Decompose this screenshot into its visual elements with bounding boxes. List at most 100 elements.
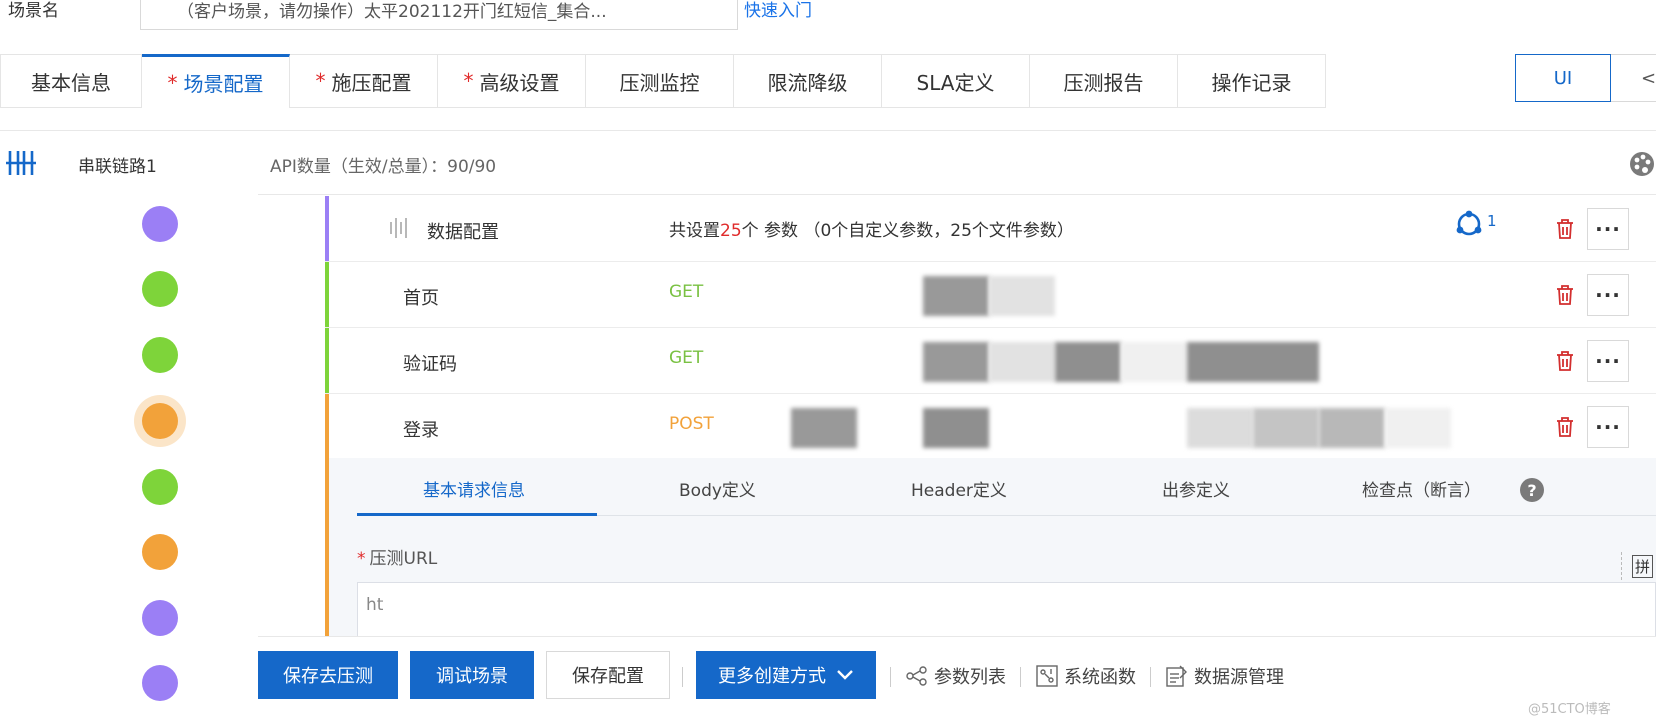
drag-handle-icon[interactable] — [387, 216, 413, 240]
more-button[interactable]: ··· — [1587, 406, 1629, 448]
redacted-url — [791, 408, 857, 448]
timeline-dot[interactable] — [142, 469, 178, 505]
subtab-header[interactable]: Header定义 — [911, 476, 1007, 501]
function-icon — [1036, 665, 1058, 687]
tab-sla[interactable]: SLA定义 — [882, 54, 1030, 108]
tab-label: 操作记录 — [1211, 70, 1292, 95]
tab-basic-info[interactable]: 基本信息 — [0, 54, 142, 108]
param-list-label: 参数列表 — [934, 667, 1006, 688]
tab-label: 基本信息 — [31, 70, 111, 95]
subtab-checkpoint[interactable]: 检查点（断言） — [1362, 476, 1481, 501]
row-color-bar — [325, 458, 329, 640]
data-config-summary: 共设置25个 参数 （0个自定义参数，25个文件参数） — [669, 216, 1074, 241]
more-button[interactable]: ··· — [1587, 208, 1629, 250]
ui-view-button[interactable]: UI — [1515, 54, 1611, 102]
required-mark: * — [167, 70, 178, 95]
redacted-url — [1385, 408, 1451, 448]
share-nodes-icon — [906, 666, 927, 686]
pin-button[interactable]: 拼 — [1621, 552, 1656, 580]
system-function-label: 系统函数 — [1064, 667, 1136, 688]
active-subtab-indicator — [357, 513, 597, 516]
debug-scene-button[interactable]: 调试场景 — [410, 651, 534, 699]
delete-icon[interactable] — [1555, 416, 1575, 438]
timeline-dot[interactable] — [142, 271, 178, 307]
palette-icon[interactable] — [1628, 150, 1656, 178]
required-mark: * — [357, 549, 366, 569]
tab-label: 场景配置 — [183, 72, 264, 96]
datasource-label: 数据源管理 — [1194, 667, 1284, 688]
tab-monitoring[interactable]: 压测监控 — [586, 54, 734, 108]
redacted-url — [923, 342, 989, 382]
help-icon[interactable]: ? — [1520, 478, 1544, 502]
delete-icon[interactable] — [1555, 350, 1575, 372]
api-detail-panel: 基本请求信息 Body定义 Header定义 出参定义 检查点（断言） ? * 压… — [325, 458, 1656, 640]
url-value: ht — [366, 595, 384, 615]
timeline-dot[interactable] — [142, 337, 178, 373]
more-create-dropdown[interactable]: 更多创建方式 — [696, 651, 876, 699]
subtab-basic-request[interactable]: 基本请求信息 — [423, 476, 525, 501]
save-config-button[interactable]: 保存配置 — [546, 651, 670, 699]
api-name: 验证码 — [403, 354, 457, 375]
scene-name-input[interactable]: （客户场景，请勿操作）太平202112开门红短信_集合... — [140, 0, 738, 30]
data-config-row[interactable]: 数据配置 共设置25个 参数 （0个自定义参数，25个文件参数） 1 ··· — [325, 196, 1656, 262]
datasource-button[interactable]: 数据源管理 — [1166, 663, 1284, 689]
data-config-name: 数据配置 — [427, 222, 499, 243]
api-count: API数量（生效/总量）：90/90 — [270, 157, 497, 177]
api-row[interactable]: 验证码 GET ··· — [325, 328, 1656, 394]
tab-report[interactable]: 压测报告 — [1030, 54, 1178, 108]
delete-icon[interactable] — [1555, 284, 1575, 306]
redacted-url — [1187, 408, 1253, 448]
more-button[interactable]: ··· — [1587, 340, 1629, 382]
separator — [682, 667, 683, 687]
tab-label: SLA定义 — [916, 70, 995, 95]
redacted-url — [1055, 342, 1121, 382]
tab-rate-limit[interactable]: 限流降级 — [734, 54, 882, 108]
tab-scene-config[interactable]: * 场景配置 — [142, 54, 290, 108]
code-view-button[interactable]: </ — [1611, 54, 1656, 102]
detail-subtabs: 基本请求信息 Body定义 Header定义 出参定义 检查点（断言） ? — [357, 458, 1656, 516]
bottom-toolbar: 保存去压测 调试场景 保存配置 更多创建方式 参数列表 系统函数 数据源管理 — [258, 636, 1656, 726]
timeline-dot[interactable] — [142, 600, 178, 636]
redacted-url — [989, 276, 1055, 316]
param-list-button[interactable]: 参数列表 — [906, 663, 1006, 689]
system-function-button[interactable]: 系统函数 — [1036, 663, 1136, 689]
tab-label: 压测监控 — [619, 70, 700, 95]
timeline-dot[interactable] — [142, 665, 178, 701]
tab-operation-log[interactable]: 操作记录 — [1178, 54, 1326, 108]
tab-advanced-settings[interactable]: * 高级设置 — [438, 54, 586, 108]
row-color-bar — [325, 196, 329, 261]
divider — [0, 130, 1656, 131]
summary-suffix: 个 参数 （0个自定义参数，25个文件参数） — [741, 221, 1074, 241]
more-create-label: 更多创建方式 — [718, 666, 826, 687]
quick-start-link[interactable]: 快速入门 — [744, 0, 812, 21]
save-and-test-button[interactable]: 保存去压测 — [258, 651, 398, 699]
separator — [890, 667, 891, 687]
timeline-dot[interactable] — [142, 206, 178, 242]
required-mark: * — [463, 69, 474, 93]
api-row[interactable]: 登录 POST ··· — [325, 394, 1656, 460]
redacted-url — [1253, 408, 1319, 448]
redacted-url — [989, 342, 1055, 382]
delete-icon[interactable] — [1555, 218, 1575, 240]
subtab-output-params[interactable]: 出参定义 — [1162, 476, 1230, 501]
more-button[interactable]: ··· — [1587, 274, 1629, 316]
url-label: * 压测URL — [357, 544, 437, 569]
url-label-text: 压测URL — [369, 549, 438, 569]
tab-pressure-config[interactable]: * 施压配置 — [290, 54, 438, 108]
separator — [1150, 667, 1151, 687]
edit-document-icon — [1166, 665, 1187, 687]
url-input[interactable]: ht — [357, 582, 1656, 640]
share-icon[interactable] — [1455, 210, 1483, 238]
watermark: @51CTO博客 — [1528, 702, 1611, 717]
param-count: 25 — [720, 221, 742, 241]
chain-name: 串联链路1 — [78, 157, 157, 177]
timeline-dot-active[interactable] — [142, 403, 178, 439]
timeline-dot[interactable] — [142, 534, 178, 570]
redacted-url — [923, 276, 989, 316]
pin-icon: 拼 — [1632, 554, 1654, 578]
summary-prefix: 共设置 — [669, 221, 720, 241]
tab-label: 限流降级 — [767, 70, 848, 95]
subtab-body[interactable]: Body定义 — [679, 476, 756, 501]
api-row[interactable]: 首页 GET ··· — [325, 262, 1656, 328]
redacted-url — [923, 408, 989, 448]
